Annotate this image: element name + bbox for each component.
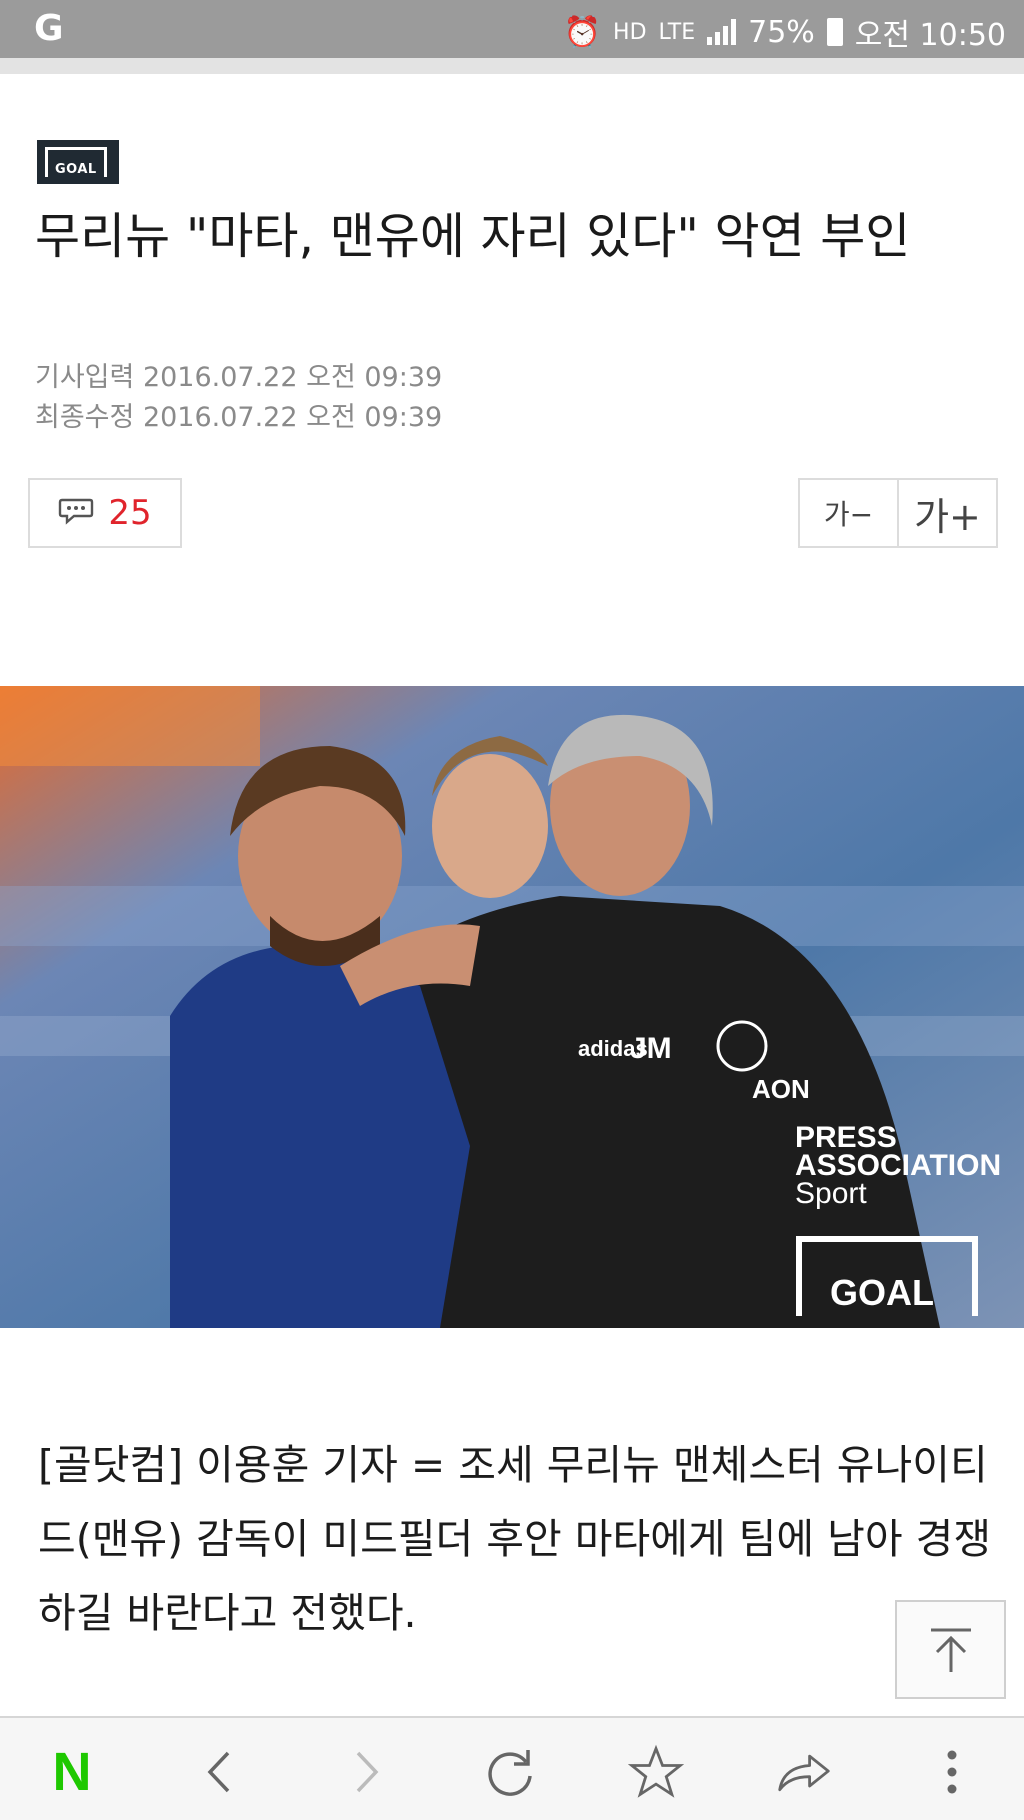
jersey-initials: JM <box>630 1032 672 1065</box>
font-increase-button[interactable]: 가+ <box>899 480 996 546</box>
comment-count: 25 <box>108 493 152 533</box>
watermark-line3: Sport <box>795 1177 867 1210</box>
bottom-navigation-bar: N <box>0 1716 1024 1820</box>
press-association-watermark: PRESS ASSOCIATION Sport <box>795 1121 1002 1210</box>
article-dates: 기사입력 2016.07.22 오전 09:39 최종수정 2016.07.22… <box>35 358 442 438</box>
bookmark-star-icon <box>628 1744 684 1798</box>
article-title: 무리뉴 "마타, 맨유에 자리 있다" 악연 부인 <box>35 208 911 265</box>
watermark-line1: PRESS <box>795 1121 897 1154</box>
share-button[interactable] <box>776 1744 832 1800</box>
article-body: [골닷컴] 이용훈 기자 = 조세 무리뉴 맨체스터 유나이티드(맨유) 감독이… <box>38 1441 992 1637</box>
refresh-icon <box>488 1750 532 1796</box>
source-logo-text: GOAL <box>55 162 97 177</box>
battery-icon <box>826 18 843 46</box>
forward-button[interactable] <box>338 1744 394 1800</box>
share-icon <box>778 1754 830 1792</box>
jersey-sponsor: AON <box>752 1074 810 1104</box>
watermark-line2: ASSOCIATION <box>795 1149 1002 1182</box>
status-indicators: ⏰ HD LTE 75% 오전 10:50 <box>564 10 1006 54</box>
alarm-icon: ⏰ <box>563 14 602 50</box>
status-divider <box>0 58 1024 74</box>
goal-watermark: GOAL <box>796 1236 978 1316</box>
clock: 오전 10:50 <box>854 18 1006 53</box>
back-icon <box>207 1751 230 1793</box>
bookmark-button[interactable] <box>628 1744 684 1800</box>
font-decrease-button[interactable]: 가− <box>800 480 899 546</box>
font-size-control: 가− 가+ <box>798 478 998 548</box>
more-button[interactable] <box>924 1744 980 1800</box>
modified-date: 최종수정 2016.07.22 오전 09:39 <box>35 402 443 433</box>
naver-logo-icon: N <box>52 1742 92 1802</box>
battery-percent: 75% <box>748 14 815 50</box>
carrier-icon: G <box>34 8 64 49</box>
comment-button[interactable]: 25 <box>28 478 182 548</box>
more-icon <box>947 1750 957 1794</box>
comment-icon <box>58 496 94 530</box>
back-button[interactable] <box>192 1744 248 1800</box>
network-type: LTE <box>658 19 696 45</box>
refresh-button[interactable] <box>482 1744 538 1800</box>
published-date: 기사입력 2016.07.22 오전 09:39 <box>35 362 443 393</box>
status-bar: G ⏰ HD LTE 75% 오전 10:50 <box>0 0 1024 58</box>
article-photo[interactable]: adidas JM AON PRESS ASSOCIATION Sport GO… <box>0 686 1024 1328</box>
hd-icon: HD <box>613 19 647 45</box>
forward-icon <box>356 1751 379 1793</box>
arrow-up-to-top-icon <box>930 1628 971 1672</box>
source-logo[interactable]: GOAL <box>37 140 119 184</box>
naver-home-button[interactable]: N <box>44 1744 100 1800</box>
goal-watermark-text: GOAL <box>830 1272 934 1313</box>
photo-illustration: adidas JM AON <box>0 686 1024 1328</box>
scroll-to-top-button[interactable] <box>895 1600 1006 1699</box>
signal-icon <box>707 19 737 45</box>
